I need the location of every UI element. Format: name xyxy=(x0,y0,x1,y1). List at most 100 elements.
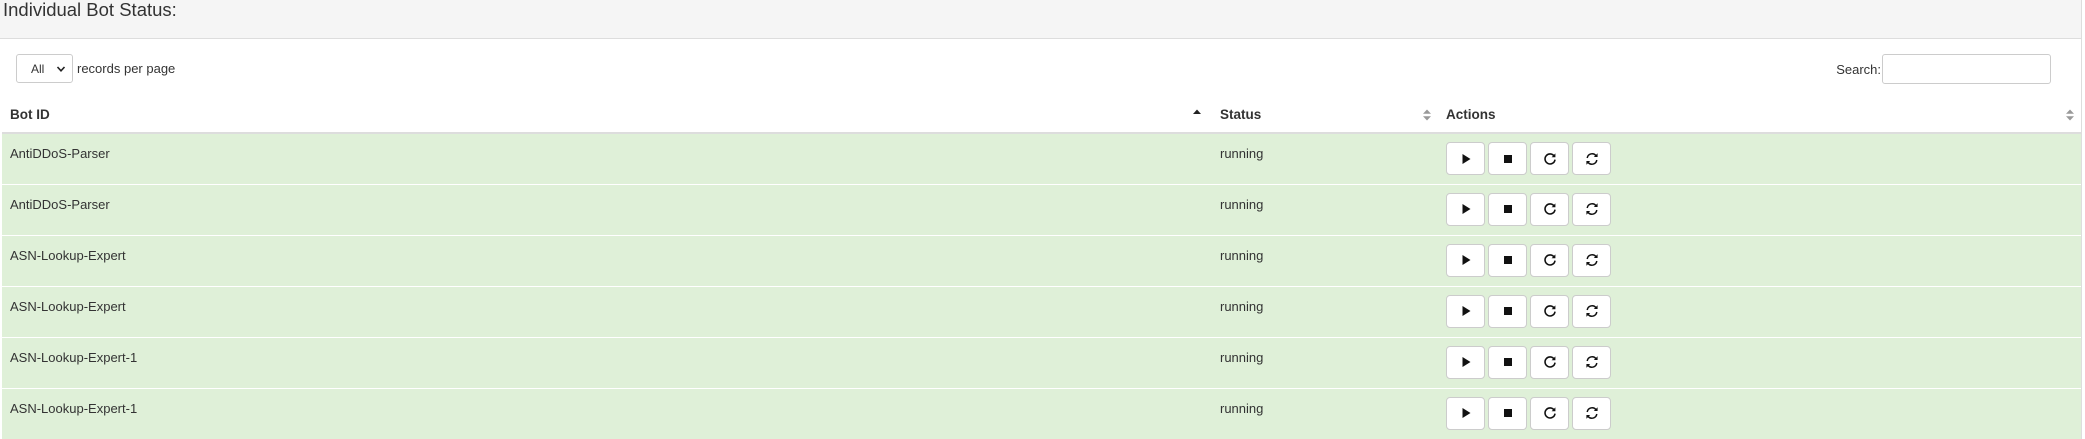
status-cell: running xyxy=(1212,234,1438,286)
restart-icon xyxy=(1543,254,1556,266)
column-header-label: Status xyxy=(1220,106,1262,122)
column-header-bot-id[interactable]: Bot ID xyxy=(2,96,1212,134)
bot-id-cell: ASN-Lookup-Expert-1 xyxy=(2,336,1212,388)
action-buttons xyxy=(1446,338,2081,379)
table-body: AntiDDoS-Parser running AntiDDoS-Parser … xyxy=(2,132,2081,439)
start-button[interactable] xyxy=(1446,243,1485,277)
bot-id: AntiDDoS-Parser xyxy=(10,196,110,212)
records-per-page-value: All xyxy=(31,61,45,76)
sort-both-icon xyxy=(2066,109,2074,121)
status-cell: running xyxy=(1212,183,1438,235)
actions-cell xyxy=(1438,132,2081,184)
bot-id: ASN-Lookup-Expert-1 xyxy=(10,400,138,416)
search-input[interactable] xyxy=(1882,54,2051,84)
stop-button[interactable] xyxy=(1488,192,1527,226)
records-per-page-control: All records per page xyxy=(16,54,175,83)
restart-button[interactable] xyxy=(1530,243,1569,277)
reload-icon xyxy=(1585,254,1598,266)
bot-status: running xyxy=(1220,298,1264,314)
play-icon xyxy=(1462,408,1470,418)
restart-icon xyxy=(1543,203,1556,215)
restart-button[interactable] xyxy=(1530,294,1569,328)
status-cell: running xyxy=(1212,132,1438,184)
action-buttons xyxy=(1446,389,2081,430)
bot-status-table: Bot ID Status Actions AntiDDoS-Parser ru… xyxy=(2,96,2081,439)
play-icon xyxy=(1462,153,1470,164)
status-cell: running xyxy=(1212,336,1438,388)
sort-ascending-icon xyxy=(1193,109,1201,114)
bot-id: AntiDDoS-Parser xyxy=(10,146,110,161)
bot-status: running xyxy=(1220,400,1264,416)
actions-cell xyxy=(1438,285,2081,337)
restart-button[interactable] xyxy=(1530,345,1569,379)
stop-icon xyxy=(1503,307,1512,315)
start-button[interactable] xyxy=(1446,345,1485,379)
records-per-page-select[interactable]: All xyxy=(16,54,73,83)
action-buttons xyxy=(1446,134,2081,175)
start-button[interactable] xyxy=(1446,396,1485,430)
status-cell: running xyxy=(1212,387,1438,439)
actions-cell xyxy=(1438,183,2081,235)
records-per-page-label: records per page xyxy=(77,61,176,76)
actions-cell xyxy=(1438,336,2081,388)
bot-id-cell: ASN-Lookup-Expert-1 xyxy=(2,387,1212,439)
bot-status-panel: Individual Bot Status: All records per p… xyxy=(0,0,2082,439)
actions-cell xyxy=(1438,234,2081,286)
bot-id: ASN-Lookup-Expert-1 xyxy=(10,349,138,365)
start-button[interactable] xyxy=(1446,142,1485,175)
restart-button[interactable] xyxy=(1530,142,1569,175)
play-icon xyxy=(1462,357,1470,367)
bot-id-cell: ASN-Lookup-Expert xyxy=(2,234,1212,286)
restart-icon xyxy=(1543,356,1556,368)
reload-button[interactable] xyxy=(1572,396,1611,430)
column-header-status[interactable]: Status xyxy=(1212,96,1438,134)
column-header-label: Actions xyxy=(1446,106,1496,122)
reload-icon xyxy=(1585,152,1598,165)
restart-button[interactable] xyxy=(1530,192,1569,226)
bot-status: running xyxy=(1220,196,1264,212)
stop-button[interactable] xyxy=(1488,243,1527,277)
table-header-row: Bot ID Status Actions xyxy=(2,96,2081,134)
start-button[interactable] xyxy=(1446,294,1485,328)
stop-icon xyxy=(1503,205,1512,213)
stop-button[interactable] xyxy=(1488,396,1527,430)
bot-status: running xyxy=(1220,247,1264,263)
stop-icon xyxy=(1503,256,1512,264)
stop-button[interactable] xyxy=(1488,294,1527,328)
search-label: Search: xyxy=(1836,61,1881,77)
restart-button[interactable] xyxy=(1530,396,1569,430)
table-row: ASN-Lookup-Expert running xyxy=(2,285,2081,337)
stop-icon xyxy=(1503,154,1512,163)
play-icon xyxy=(1462,306,1470,316)
table-row: ASN-Lookup-Expert running xyxy=(2,234,2081,286)
reload-button[interactable] xyxy=(1572,192,1611,226)
reload-button[interactable] xyxy=(1572,243,1611,277)
start-button[interactable] xyxy=(1446,192,1485,226)
column-header-label: Bot ID xyxy=(10,106,50,122)
stop-icon xyxy=(1503,358,1512,366)
bot-status: running xyxy=(1220,146,1264,161)
bot-status: running xyxy=(1220,349,1264,365)
table-row: ASN-Lookup-Expert-1 running xyxy=(2,387,2081,439)
page: Individual Bot Status: All records per p… xyxy=(0,0,2085,439)
table-row: AntiDDoS-Parser running xyxy=(2,183,2081,235)
reload-button[interactable] xyxy=(1572,345,1611,379)
sort-both-icon xyxy=(1423,109,1431,121)
action-buttons xyxy=(1446,185,2081,226)
reload-button[interactable] xyxy=(1572,294,1611,328)
panel-heading: Individual Bot Status: xyxy=(0,0,2081,39)
restart-icon xyxy=(1543,407,1556,419)
stop-button[interactable] xyxy=(1488,142,1527,175)
bot-id-cell: AntiDDoS-Parser xyxy=(2,132,1212,184)
column-header-actions[interactable]: Actions xyxy=(1438,96,2081,134)
table-row: ASN-Lookup-Expert-1 running xyxy=(2,336,2081,388)
reload-icon xyxy=(1585,203,1598,215)
bot-id-cell: AntiDDoS-Parser xyxy=(2,183,1212,235)
reload-button[interactable] xyxy=(1572,142,1611,175)
stop-button[interactable] xyxy=(1488,345,1527,379)
action-buttons xyxy=(1446,236,2081,277)
search-control: Search: xyxy=(1836,54,2051,84)
reload-icon xyxy=(1585,305,1598,317)
actions-cell xyxy=(1438,387,2081,439)
panel-title: Individual Bot Status: xyxy=(3,0,177,20)
